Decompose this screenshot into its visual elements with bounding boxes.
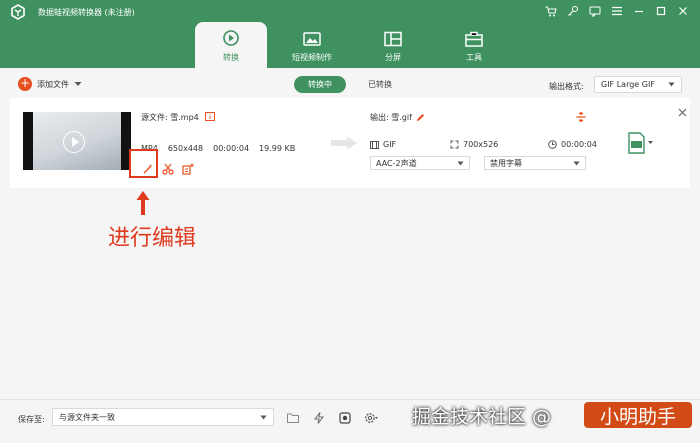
add-file-label: 添加文件: [37, 79, 69, 89]
play-icon[interactable]: [63, 131, 85, 153]
minimize-icon[interactable]: [630, 4, 648, 18]
film-icon: [370, 140, 379, 149]
conversion-status-toggle: 转换中 已转换: [294, 76, 406, 93]
source-metadata: MP4 650x448 00:00:04 19.99 KB: [141, 144, 295, 153]
output-file-label: 输出: 雪.gif: [370, 112, 425, 123]
tab-short-video[interactable]: 短视频制作: [276, 22, 348, 68]
source-resolution: 650x448: [167, 144, 204, 153]
video-thumbnail[interactable]: [23, 112, 131, 170]
chevron-down-icon: [668, 82, 675, 87]
short-video-icon: [303, 32, 321, 46]
output-format-label: 输出格式:: [549, 82, 584, 91]
save-to-label: 保存至:: [18, 415, 45, 424]
bottom-bar: 保存至: 与源文件夹一致 掘金技术社区 @ 小明助手: [0, 399, 700, 443]
tab-tools[interactable]: 工具: [438, 22, 510, 68]
output-resolution: 700x526: [450, 140, 498, 149]
output-format-value: GIF Large GIF: [601, 80, 655, 89]
watermark-text: 掘金技术社区 @: [412, 406, 552, 428]
expand-icon: [450, 140, 459, 149]
split-screen-icon: [384, 31, 402, 47]
source-file-label: 源文件: 雪.mp4: [141, 112, 216, 123]
annotation-text: 进行编辑: [108, 226, 197, 251]
chevron-down-icon: [573, 161, 580, 165]
tab-label: 分屏: [385, 53, 401, 62]
toolbox-icon: [465, 31, 483, 47]
hardware-accel-icon[interactable]: [310, 409, 328, 427]
output-format-button[interactable]: [628, 132, 654, 156]
output-format-select[interactable]: GIF Large GIF: [594, 76, 682, 93]
source-size: 19.99 KB: [259, 144, 296, 153]
app-title: 数据蛙视频转换器 (未注册): [38, 8, 135, 17]
maximize-icon[interactable]: [652, 4, 670, 18]
open-folder-icon[interactable]: [284, 409, 302, 427]
app-window: 数据蛙视频转换器 (未注册) 转换 短视频制作 分屏 工具 + 添加文件 转换中…: [0, 0, 700, 443]
annotation-arrow-icon: [136, 191, 150, 215]
close-icon[interactable]: [674, 4, 692, 18]
feedback-icon[interactable]: [586, 4, 604, 18]
clock-icon: [548, 140, 557, 149]
arrow-right-icon: [331, 136, 357, 150]
enhance-icon[interactable]: [181, 162, 195, 176]
save-path-select[interactable]: 与源文件夹一致: [52, 408, 274, 426]
menu-icon[interactable]: [608, 4, 626, 18]
tab-label: 工具: [466, 53, 482, 62]
remove-item-icon[interactable]: [678, 108, 687, 117]
gif-file-icon: [628, 132, 653, 154]
save-path-value: 与源文件夹一致: [59, 412, 115, 422]
add-file-button[interactable]: + 添加文件: [18, 77, 82, 91]
edit-highlight-box: [129, 149, 158, 178]
output-format: GIF: [370, 140, 396, 149]
settings-icon[interactable]: [362, 409, 380, 427]
gpu-icon[interactable]: [336, 409, 354, 427]
key-icon[interactable]: [564, 4, 582, 18]
tab-split-screen[interactable]: 分屏: [357, 22, 429, 68]
convert-icon: [223, 30, 239, 46]
tab-label: 转换: [223, 53, 239, 62]
chevron-down-icon: [457, 161, 464, 165]
source-duration: 00:00:04: [213, 144, 250, 153]
tab-label: 短视频制作: [292, 53, 332, 62]
watermark-badge: 小明助手: [584, 402, 692, 428]
tab-converting[interactable]: 转换中: [294, 76, 346, 93]
app-logo-icon: [11, 4, 25, 20]
audio-track-select[interactable]: AAC-2声道: [370, 156, 470, 170]
scissors-icon[interactable]: [161, 162, 175, 176]
tab-convert[interactable]: 转换: [195, 22, 267, 68]
cart-icon[interactable]: [542, 4, 560, 18]
plus-icon: +: [18, 76, 32, 91]
chevron-down-icon: [260, 415, 267, 419]
convert-toolbar: + 添加文件 转换中 已转换 输出格式: GIF Large GIF: [10, 72, 690, 96]
rename-pencil-icon[interactable]: [416, 113, 425, 122]
merge-icon[interactable]: [576, 112, 586, 122]
subtitle-select[interactable]: 禁用字幕: [484, 156, 586, 170]
tab-converted[interactable]: 已转换: [354, 76, 406, 93]
output-duration: 00:00:04: [548, 140, 597, 149]
chevron-down-icon[interactable]: [74, 81, 82, 87]
title-bar: 数据蛙视频转换器 (未注册) 转换 短视频制作 分屏 工具: [0, 0, 700, 68]
file-item: 源文件: 雪.mp4 MP4 650x448 00:00:04 19.99 KB…: [10, 98, 690, 188]
info-icon[interactable]: [205, 112, 216, 121]
